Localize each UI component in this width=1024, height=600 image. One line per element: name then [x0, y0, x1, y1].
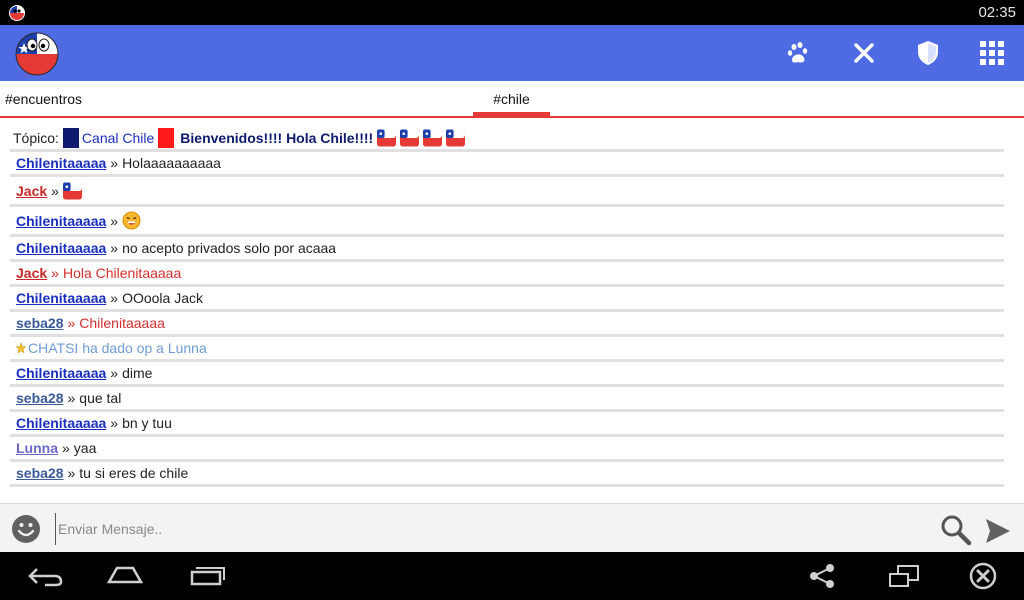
chile-flag-face-logo-icon[interactable]: [12, 29, 62, 79]
message-text: Hola Chilenitaaaaa: [62, 265, 182, 281]
message-row: Lunna » yaa: [10, 437, 1004, 462]
message-row: Chilenitaaaaa » OOoola Jack: [10, 287, 1004, 312]
chile-flag-icon: [377, 129, 397, 147]
home-icon[interactable]: [105, 560, 145, 592]
message-separator: »: [51, 265, 59, 281]
message-text: yaa: [73, 440, 97, 456]
system-message-text: CHATSI ha dado op a Lunna: [28, 340, 207, 356]
channel-tabs: #encuentros #chile: [0, 81, 1024, 118]
topic-row: Tópico: Canal Chile Bienvenidos!!!! Hola…: [10, 127, 1004, 152]
message-nick[interactable]: Chilenitaaaaa: [16, 415, 106, 431]
chile-flag-icon: [423, 129, 443, 147]
message-separator: »: [62, 440, 70, 456]
message-nick[interactable]: Lunna: [16, 440, 58, 456]
message-nick[interactable]: Chilenitaaaaa: [16, 365, 106, 381]
search-icon[interactable]: [940, 514, 972, 546]
message-input[interactable]: [55, 513, 915, 545]
window-icon[interactable]: [884, 560, 924, 592]
close-channel-button[interactable]: [848, 37, 880, 69]
message-separator: »: [110, 415, 119, 431]
grid-menu-icon: [980, 41, 1004, 65]
message-row: Chilenitaaaaa » bn y tuu: [10, 412, 1004, 437]
smiley-icon[interactable]: [11, 514, 41, 544]
grid-menu-button[interactable]: [976, 37, 1008, 69]
message-nick[interactable]: Chilenitaaaaa: [16, 213, 106, 229]
close-icon: [854, 43, 874, 63]
message-separator: »: [110, 155, 119, 171]
message-row: Jack » Hola Chilenitaaaaa: [10, 262, 1004, 287]
circle-close-icon[interactable]: [963, 560, 1003, 592]
paw-button[interactable]: [783, 37, 815, 69]
topic-label: Tópico:: [13, 130, 59, 146]
message-composer: [0, 503, 1024, 552]
share-icon[interactable]: [802, 560, 842, 592]
chile-flag-icon: [62, 181, 82, 200]
message-text: Holaaaaaaaaaa: [122, 155, 221, 171]
message-separator: »: [110, 365, 119, 381]
message-nick[interactable]: seba28: [16, 315, 63, 331]
message-text: bn y tuu: [122, 415, 172, 431]
message-separator: »: [110, 240, 119, 256]
laughing-emoji-icon: [122, 211, 141, 230]
back-icon[interactable]: [25, 560, 65, 592]
op-star-icon: [16, 342, 26, 354]
shield-icon: [918, 41, 938, 65]
message-separator: »: [67, 390, 76, 406]
message-row: Chilenitaaaaa » Holaaaaaaaaaa: [10, 152, 1004, 177]
message-nick[interactable]: Chilenitaaaaa: [16, 155, 106, 171]
chile-flag-icon: [400, 129, 420, 147]
message-text: dime: [122, 365, 153, 381]
message-separator: »: [67, 315, 76, 331]
message-nick[interactable]: Jack: [16, 265, 47, 281]
message-separator: »: [67, 465, 76, 481]
topic-message: Bienvenidos!!!! Hola Chile!!!!: [180, 130, 374, 146]
message-nick[interactable]: Jack: [16, 183, 47, 199]
shield-button[interactable]: [912, 37, 944, 69]
message-separator: »: [110, 290, 119, 306]
blue-square-icon: [62, 128, 79, 148]
status-time: 02:35: [978, 4, 1016, 21]
message-text: Chilenitaaaaa: [79, 315, 165, 331]
message-text: que tal: [79, 390, 122, 406]
chat-log[interactable]: Tópico: Canal Chile Bienvenidos!!!! Hola…: [10, 127, 1004, 492]
message-nick[interactable]: seba28: [16, 390, 63, 406]
message-row: Jack »: [10, 177, 1004, 207]
message-nick[interactable]: Chilenitaaaaa: [16, 240, 106, 256]
message-separator: »: [110, 212, 119, 229]
message-row: seba28 » tu si eres de chile: [10, 462, 1004, 487]
message-row: Chilenitaaaaa » no acepto privados solo …: [10, 237, 1004, 262]
system-message-row: CHATSI ha dado op a Lunna: [10, 337, 1004, 362]
app-bar: [0, 25, 1024, 81]
system-nav-bar: [0, 552, 1024, 600]
status-bar: 02:35: [0, 0, 1024, 25]
tab-encuentros[interactable]: #encuentros: [5, 81, 82, 116]
message-row: seba28 » Chilenitaaaaa: [10, 312, 1004, 337]
recents-icon[interactable]: [186, 560, 226, 592]
message-text: no acepto privados solo por acaaa: [122, 240, 337, 256]
message-nick[interactable]: seba28: [16, 465, 63, 481]
send-icon[interactable]: [984, 517, 1012, 545]
message-row: seba28 » que tal: [10, 387, 1004, 412]
red-square-icon: [158, 128, 175, 148]
message-row: Chilenitaaaaa » dime: [10, 362, 1004, 387]
message-nick[interactable]: Chilenitaaaaa: [16, 290, 106, 306]
app-notification-icon: [9, 5, 25, 21]
topic-channel: Canal Chile: [81, 130, 155, 146]
chile-flag-icon: [446, 129, 466, 147]
message-row: Chilenitaaaaa »: [10, 207, 1004, 237]
paw-icon: [787, 42, 808, 63]
message-separator: »: [51, 182, 59, 199]
tab-chile[interactable]: #chile: [473, 81, 550, 117]
message-text: OOoola Jack: [122, 290, 203, 306]
message-text: tu si eres de chile: [79, 465, 189, 481]
